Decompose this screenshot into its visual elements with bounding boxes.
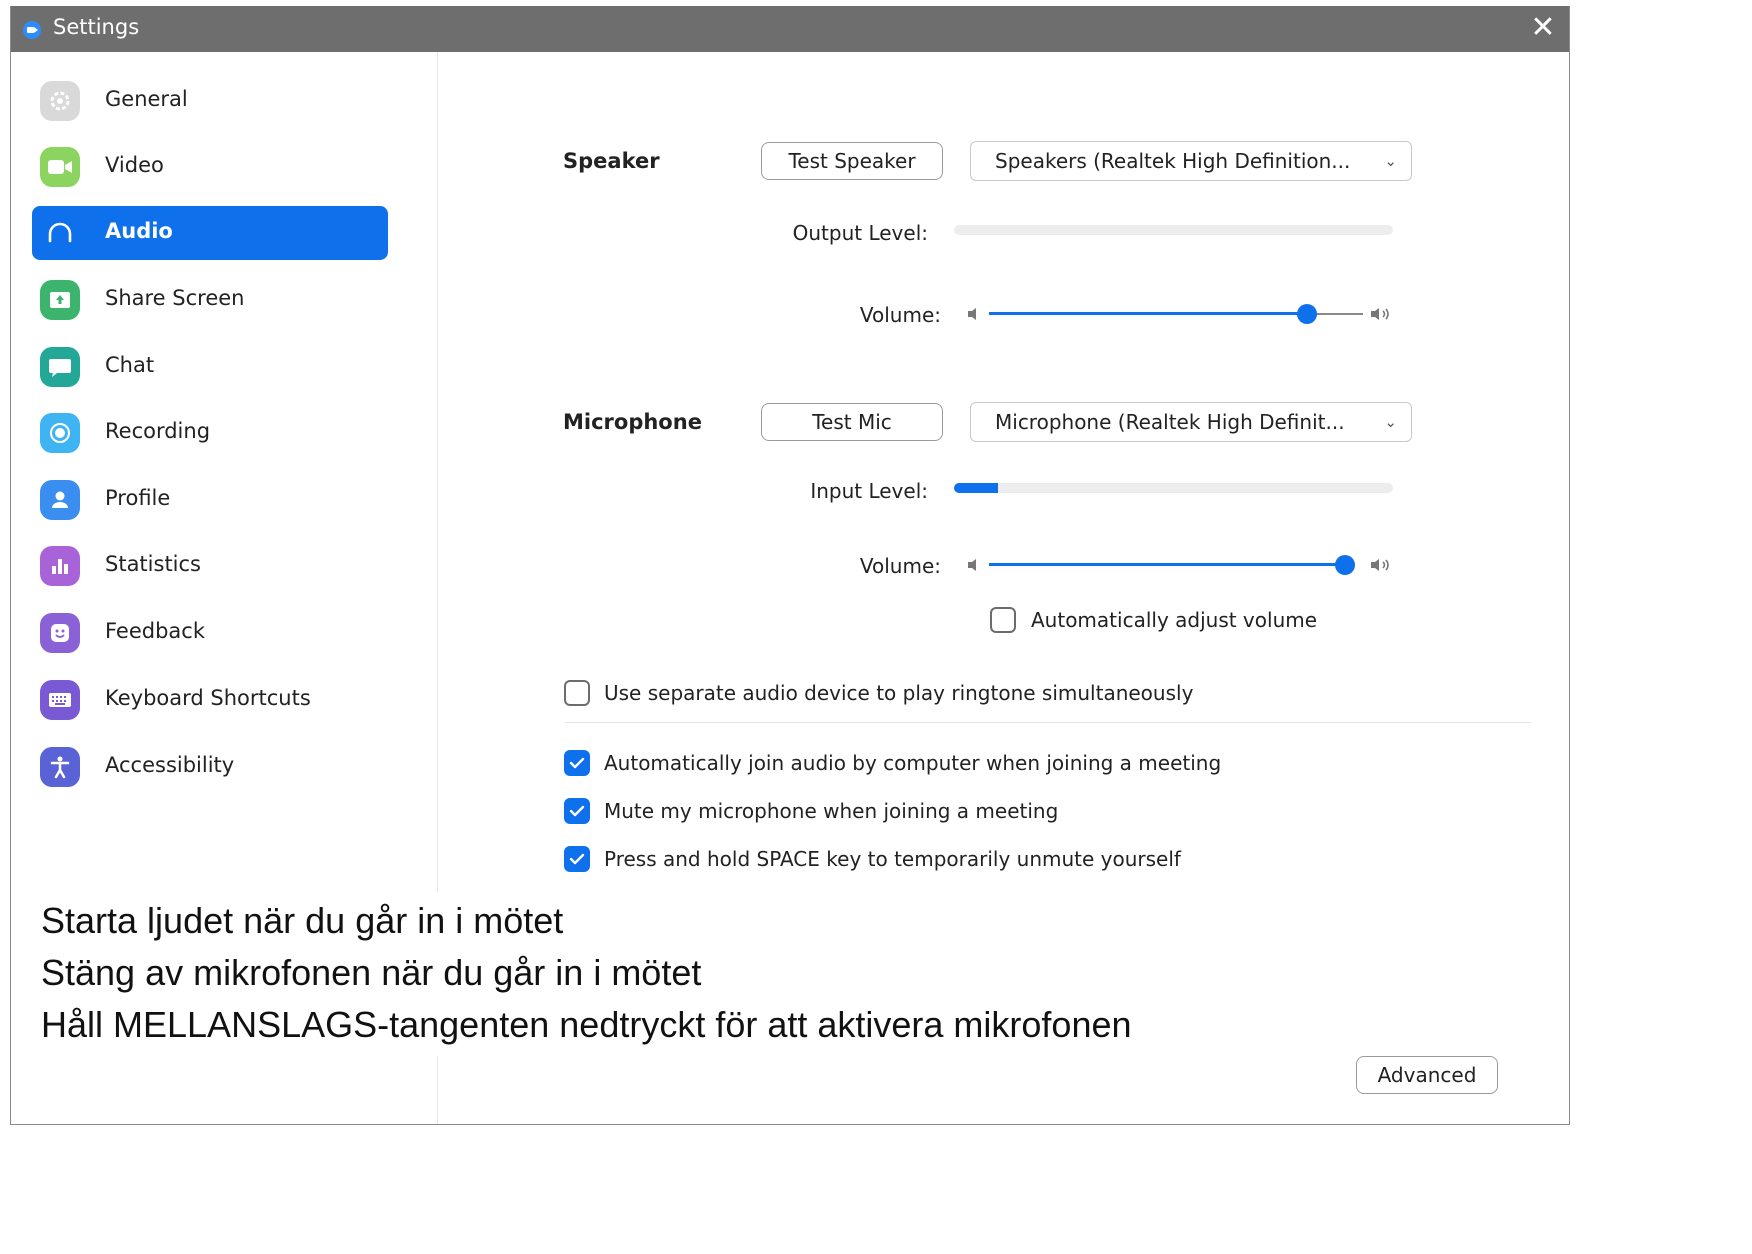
sidebar-item-label: Video bbox=[105, 153, 164, 177]
output-level-label: Output Level: bbox=[792, 221, 928, 245]
sidebar-item-label: Recording bbox=[105, 419, 211, 443]
sidebar-item-label: Feedback bbox=[105, 619, 206, 643]
advanced-button[interactable]: Advanced bbox=[1356, 1056, 1498, 1094]
profile-icon bbox=[40, 480, 80, 520]
microphone-volume-label: Volume: bbox=[859, 554, 941, 578]
speaker-label: Speaker bbox=[563, 149, 660, 173]
slider-thumb[interactable] bbox=[1296, 304, 1317, 324]
volume-high-icon bbox=[1371, 308, 1389, 320]
slider-thumb[interactable] bbox=[1335, 555, 1355, 575]
speaker-volume-slider[interactable] bbox=[989, 302, 1363, 326]
separate-ringtone-label: Use separate audio device to play ringto… bbox=[604, 681, 1194, 705]
microphone-device-select[interactable]: Microphone (Realtek High Definit... ⌄ bbox=[970, 402, 1412, 442]
output-level-meter bbox=[954, 225, 1393, 235]
sidebar-item-label: Profile bbox=[105, 486, 171, 510]
annotation-line-3: Håll MELLANSLAGS-tangenten nedtryckt för… bbox=[41, 1004, 1132, 1045]
accessibility-icon bbox=[40, 747, 80, 787]
microphone-label: Microphone bbox=[563, 410, 702, 434]
sidebar-item-video[interactable]: Video bbox=[32, 140, 388, 194]
checkmark-icon bbox=[569, 853, 585, 865]
microphone-volume-slider[interactable] bbox=[989, 553, 1355, 577]
section-divider bbox=[565, 722, 1531, 723]
video-camera-icon bbox=[40, 147, 80, 187]
sidebar-item-general[interactable]: General bbox=[32, 74, 388, 128]
sidebar-item-label: General bbox=[105, 87, 188, 111]
volume-low-icon bbox=[968, 559, 976, 571]
slider-fill bbox=[989, 312, 1307, 315]
chevron-down-icon: ⌄ bbox=[1384, 413, 1397, 431]
title-bar: Settings ✕ bbox=[11, 6, 1569, 52]
mute-on-join-checkbox[interactable] bbox=[564, 798, 590, 824]
auto-adjust-volume-checkbox[interactable] bbox=[990, 607, 1016, 633]
auto-adjust-volume-label: Automatically adjust volume bbox=[1031, 608, 1318, 632]
headphones-icon bbox=[40, 213, 80, 253]
sidebar-item-keyboard-shortcuts[interactable]: Keyboard Shortcuts bbox=[32, 673, 388, 727]
settings-window: Settings ✕ General Video Audio Share Scr… bbox=[10, 6, 1570, 1125]
zoom-app-icon bbox=[23, 21, 41, 39]
keyboard-icon bbox=[40, 680, 80, 720]
speaker-volume-label: Volume: bbox=[859, 303, 941, 327]
test-mic-button[interactable]: Test Mic bbox=[761, 403, 943, 441]
window-title: Settings bbox=[53, 15, 140, 39]
feedback-smiley-icon bbox=[40, 613, 80, 653]
volume-high-icon bbox=[1371, 559, 1389, 571]
checkmark-icon bbox=[569, 757, 585, 769]
chevron-down-icon: ⌄ bbox=[1384, 152, 1397, 170]
space-unmute-checkbox[interactable] bbox=[564, 846, 590, 872]
close-button[interactable]: ✕ bbox=[1517, 6, 1569, 52]
sidebar-item-label: Accessibility bbox=[105, 753, 235, 777]
sidebar-divider bbox=[437, 52, 438, 892]
sidebar-item-audio[interactable]: Audio bbox=[32, 206, 388, 260]
separate-ringtone-checkbox[interactable] bbox=[564, 680, 590, 706]
sidebar-divider-lower bbox=[437, 1056, 438, 1124]
space-unmute-label: Press and hold SPACE key to temporarily … bbox=[604, 847, 1181, 871]
sidebar-item-label: Audio bbox=[105, 219, 173, 243]
record-icon bbox=[40, 413, 80, 453]
input-level-fill bbox=[954, 483, 998, 493]
test-speaker-button[interactable]: Test Speaker bbox=[761, 142, 943, 180]
sidebar-item-accessibility[interactable]: Accessibility bbox=[32, 740, 388, 794]
input-level-label: Input Level: bbox=[810, 479, 928, 503]
sidebar-item-feedback[interactable]: Feedback bbox=[32, 606, 388, 660]
chat-bubble-icon bbox=[40, 347, 80, 387]
sidebar-item-label: Share Screen bbox=[105, 286, 245, 310]
sidebar-item-label: Statistics bbox=[105, 552, 201, 576]
gear-icon bbox=[40, 81, 80, 121]
sidebar-item-chat[interactable]: Chat bbox=[32, 340, 388, 394]
sidebar-item-label: Keyboard Shortcuts bbox=[105, 686, 311, 710]
mute-on-join-label: Mute my microphone when joining a meetin… bbox=[604, 799, 1059, 823]
microphone-device-value: Microphone (Realtek High Definit... bbox=[995, 410, 1345, 434]
annotation-line-2: Stäng av mikrofonen när du går in i möte… bbox=[41, 952, 702, 993]
sidebar-item-label: Chat bbox=[105, 353, 155, 377]
speaker-device-select[interactable]: Speakers (Realtek High Definition... ⌄ bbox=[970, 141, 1412, 181]
input-level-meter bbox=[954, 483, 1393, 493]
slider-fill bbox=[989, 563, 1345, 566]
sidebar-item-profile[interactable]: Profile bbox=[32, 473, 388, 527]
annotation-line-1: Starta ljudet när du går in i mötet bbox=[41, 900, 564, 941]
sidebar-item-recording[interactable]: Recording bbox=[32, 406, 388, 460]
auto-join-audio-checkbox[interactable] bbox=[564, 750, 590, 776]
checkmark-icon bbox=[569, 805, 585, 817]
auto-join-audio-label: Automatically join audio by computer whe… bbox=[604, 751, 1222, 775]
speaker-device-value: Speakers (Realtek High Definition... bbox=[995, 149, 1351, 173]
sidebar-item-statistics[interactable]: Statistics bbox=[32, 539, 388, 593]
volume-low-icon bbox=[968, 308, 976, 320]
share-screen-icon bbox=[40, 280, 80, 320]
statistics-icon bbox=[40, 546, 80, 586]
sidebar-item-share-screen[interactable]: Share Screen bbox=[32, 273, 388, 327]
